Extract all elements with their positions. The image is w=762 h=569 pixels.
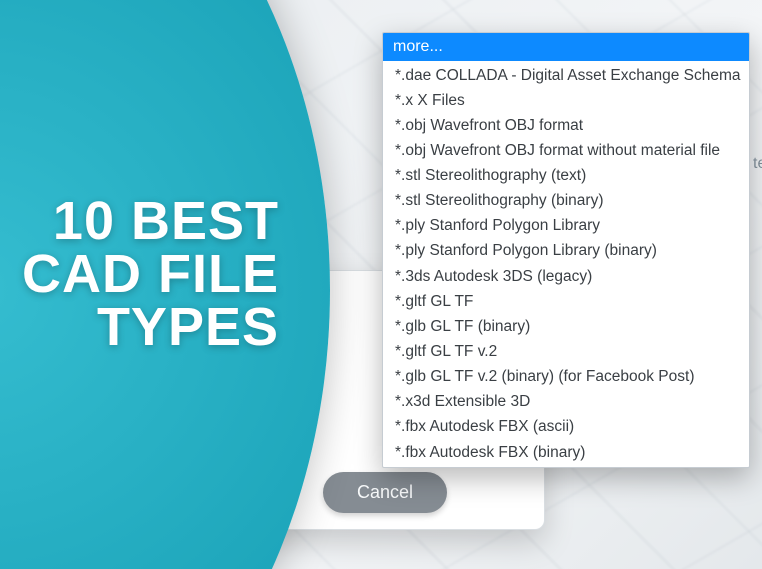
peek-text: te xyxy=(753,155,762,173)
dropdown-list: *.dae COLLADA - Digital Asset Exchange S… xyxy=(383,61,749,467)
dropdown-item[interactable]: *.obj Wavefront OBJ format without mater… xyxy=(383,138,749,163)
dropdown-item[interactable]: *.fbx Autodesk FBX (ascii) xyxy=(383,415,749,440)
cancel-button[interactable]: Cancel xyxy=(323,472,447,513)
dropdown-item[interactable]: *.dae COLLADA - Digital Asset Exchange S… xyxy=(383,63,749,88)
dropdown-item[interactable]: *.stl Stereolithography (text) xyxy=(383,164,749,189)
dropdown-item[interactable]: *.ply Stanford Polygon Library xyxy=(383,214,749,239)
dropdown-item[interactable]: *.3ds Autodesk 3DS (legacy) xyxy=(383,264,749,289)
dropdown-item[interactable]: *.x3d Extensible 3D xyxy=(383,390,749,415)
dropdown-item[interactable]: *.ply Stanford Polygon Library (binary) xyxy=(383,239,749,264)
format-dropdown: more... *.dae COLLADA - Digital Asset Ex… xyxy=(382,32,750,468)
dropdown-item[interactable]: *.gltf GL TF v.2 xyxy=(383,340,749,365)
hero-headline: 10 BEST CAD FILE TYPES xyxy=(22,195,279,354)
dropdown-item[interactable]: *.x X Files xyxy=(383,88,749,113)
dropdown-item[interactable]: *.gltf GL TF xyxy=(383,289,749,314)
dropdown-header[interactable]: more... xyxy=(383,33,749,61)
dropdown-item[interactable]: *.glb GL TF v.2 (binary) (for Facebook P… xyxy=(383,365,749,390)
dropdown-item[interactable]: *.stl Stereolithography (binary) xyxy=(383,189,749,214)
dropdown-item[interactable]: *.glb GL TF (binary) xyxy=(383,314,749,339)
dropdown-item[interactable]: *.obj Wavefront OBJ format xyxy=(383,113,749,138)
dropdown-item[interactable]: *.fbx Autodesk FBX (binary) xyxy=(383,440,749,465)
